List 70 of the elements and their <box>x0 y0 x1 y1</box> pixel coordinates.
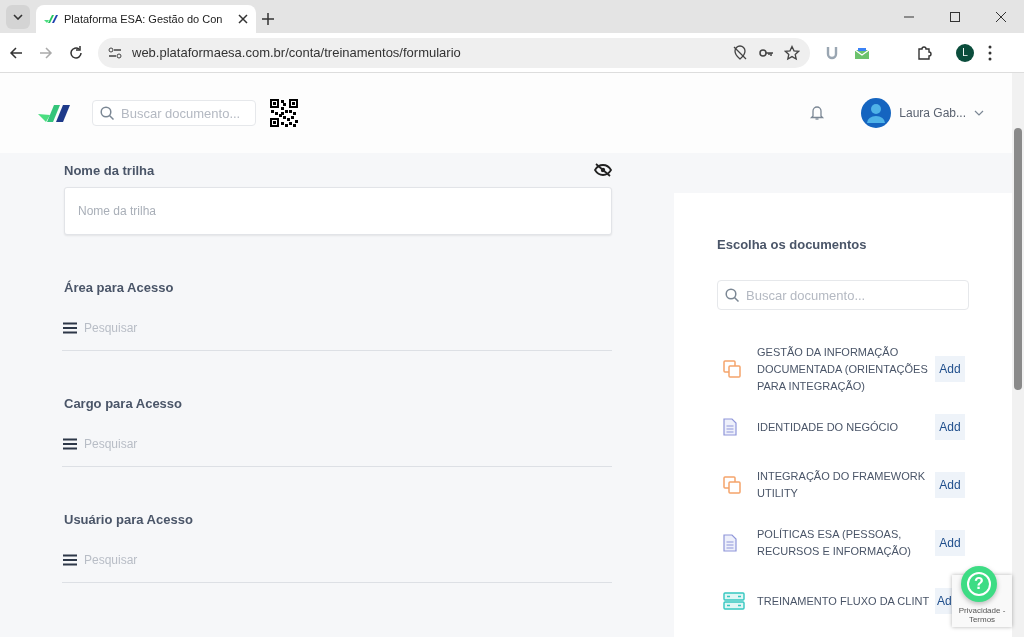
close-icon <box>995 11 1007 22</box>
server-icon <box>723 592 745 610</box>
search-icon <box>725 288 739 302</box>
document-icon <box>723 418 737 436</box>
field-label: Usuário para Acesso <box>64 511 194 529</box>
document-title: INTEGRAÇÃO DO FRAMEWORK UTILITY <box>757 469 927 501</box>
bell-icon <box>809 104 826 122</box>
tab-title: Plataforma ESA: Gestão do Con <box>64 13 223 25</box>
document-title: IDENTIDADE DO NEGÓCIO <box>757 419 900 435</box>
arrow-left-icon <box>8 44 24 61</box>
user-name[interactable]: Laura Gab... <box>899 106 966 120</box>
field-label: Área para Acesso <box>64 279 175 297</box>
document-icon <box>723 534 737 552</box>
address-bar[interactable]: web.plataformaesa.com.br/conta/treinamentos/formulario <box>98 37 810 68</box>
document-title: GESTÃO DA INFORMAÇÃO DOCUMENTADA (ORIENTAÇÕES PARA INTEGRAÇÃO) <box>757 344 929 394</box>
recaptcha-links[interactable]: Privacidade - Termos <box>954 606 1010 624</box>
add-button[interactable]: Add <box>935 414 965 440</box>
bookmark-button[interactable] <box>784 44 800 61</box>
extensions-button[interactable] <box>916 44 932 61</box>
maximize-icon <box>949 11 961 22</box>
close-tab-button[interactable] <box>238 14 248 24</box>
search-icon <box>100 106 114 120</box>
user-avatar[interactable] <box>861 98 892 128</box>
site-settings-icon <box>108 45 122 60</box>
qr-code-icon[interactable] <box>270 99 298 127</box>
browser-tab[interactable]: Plataforma ESA: Gestão do Con <box>36 5 256 33</box>
eye-slash-icon[interactable] <box>594 163 612 177</box>
tab-list-button[interactable] <box>6 5 30 29</box>
search-field[interactable]: Buscar documento... <box>92 100 256 126</box>
logo-icon <box>44 14 58 24</box>
add-button[interactable]: Ad <box>935 588 952 614</box>
add-button[interactable]: Add <box>935 530 965 556</box>
new-tab-button[interactable] <box>262 13 274 25</box>
notifications-button[interactable] <box>809 104 826 122</box>
arrow-right-icon <box>38 44 54 61</box>
menu-icon[interactable] <box>62 554 78 566</box>
scrollbar[interactable] <box>1012 73 1024 637</box>
add-button[interactable]: Add <box>935 356 965 382</box>
puzzle-icon <box>916 44 932 61</box>
field-label: Nome da trilha <box>64 162 155 178</box>
menu-icon[interactable] <box>62 322 78 334</box>
document-title: POLÍTICAS ESA (PESSOAS, RECURSOS E INFORMAÇÃO) <box>757 527 912 559</box>
copy-icon <box>723 476 741 494</box>
url-text: web.plataformaesa.com.br/conta/treinamentos/formulario <box>132 45 462 60</box>
add-button[interactable]: Add <box>935 472 965 498</box>
back-button[interactable] <box>8 44 24 61</box>
search-field[interactable]: Buscar documento... <box>717 280 969 310</box>
chevron-down-icon <box>13 14 23 20</box>
menu-icon[interactable] <box>62 438 78 450</box>
text-field[interactable]: Nome da trilha <box>64 187 612 235</box>
menu-button[interactable] <box>988 44 992 61</box>
panel-title: Escolha os documentos <box>717 237 868 252</box>
kebab-menu-icon <box>988 44 992 61</box>
chevron-down-icon[interactable] <box>974 110 984 116</box>
search-field[interactable]: Pesquisar <box>62 305 612 351</box>
profile-avatar[interactable]: L <box>956 43 974 62</box>
scroll-thumb[interactable] <box>1014 128 1022 390</box>
search-field[interactable]: Pesquisar <box>62 537 612 583</box>
plus-icon <box>262 13 274 25</box>
star-icon <box>784 44 800 61</box>
u-letter-icon <box>824 44 840 61</box>
field-label: Cargo para Acesso <box>64 395 183 413</box>
reload-button[interactable] <box>68 44 84 61</box>
search-field[interactable]: Pesquisar <box>62 421 612 467</box>
close-icon <box>238 14 248 24</box>
document-title: TREINAMENTO FLUXO DA CLINT <box>757 593 931 609</box>
reload-icon <box>68 44 84 61</box>
copy-icon <box>723 360 741 378</box>
location-button[interactable] <box>732 44 748 61</box>
location-off-icon <box>732 44 748 61</box>
